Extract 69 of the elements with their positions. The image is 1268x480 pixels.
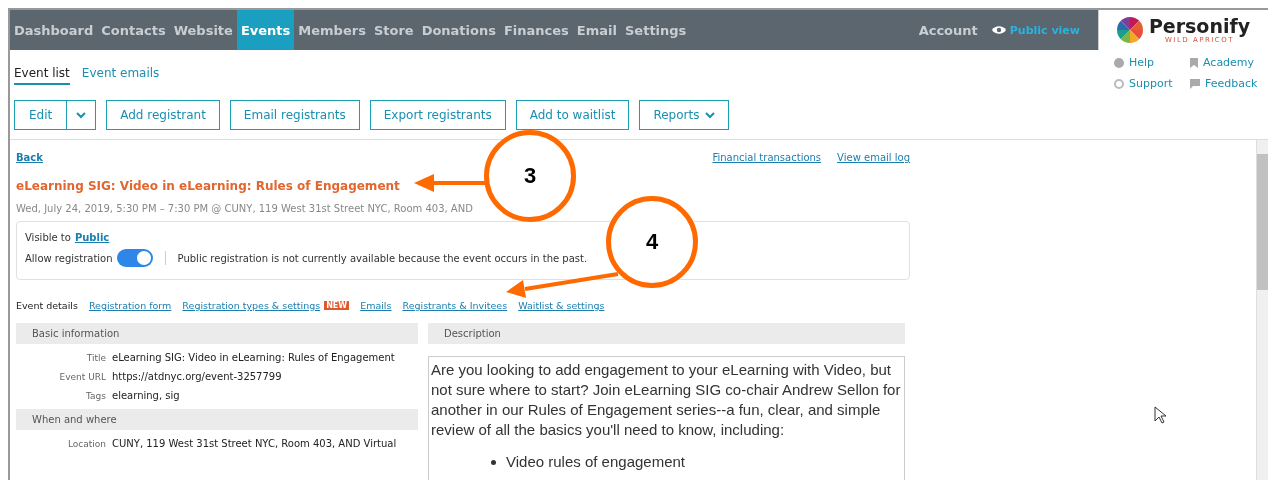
account-link[interactable]: Account (918, 10, 978, 50)
detail-tab[interactable]: Registration types & settings (182, 300, 321, 311)
detail-tab[interactable]: Event details (16, 300, 78, 311)
cursor-icon (1154, 406, 1166, 424)
nav-tab[interactable]: Dashboard (10, 10, 98, 50)
toolbar-button[interactable]: Add registrant (106, 100, 220, 130)
nav-tab[interactable]: Email (572, 10, 621, 50)
eye-icon (991, 25, 1006, 35)
help-link[interactable]: Feedback (1190, 77, 1268, 90)
sub-tab[interactable]: Event list (14, 66, 70, 85)
bullet-text: Video rules of engagement (506, 452, 686, 472)
nav-tab[interactable]: Donations (417, 10, 500, 50)
nav-tab[interactable]: Finances (499, 10, 573, 50)
new-badge: NEW (324, 301, 350, 310)
detail-tab[interactable]: Emails (360, 300, 392, 311)
section-header: Basic information (16, 323, 418, 344)
nav-tab[interactable]: Members (294, 10, 370, 50)
scrollbar[interactable] (1256, 140, 1268, 480)
lifebuoy-icon (1114, 78, 1124, 89)
description-box[interactable] (428, 356, 905, 480)
nav-tab[interactable]: Store (369, 10, 418, 50)
field-value: CUNY, 119 West 31st Street NYC, Room 403, AND Virtual (112, 438, 398, 449)
field-label: Event URL (58, 372, 106, 382)
logo-name: Personify (1148, 16, 1251, 36)
event-title: eLearning SIG: Video in eLearning: Rules of Engagement (16, 179, 400, 193)
chevron-down-icon (76, 111, 87, 119)
top-link[interactable]: Financial transactions (712, 152, 822, 163)
section-header: Description (428, 323, 905, 344)
section-header: When and where (16, 409, 418, 430)
back-link[interactable]: Back (16, 152, 43, 163)
event-date: Wed, July 24, 2019, 5:30 PM – 7:30 PM @ CUNY, 119 West 31st Street NYC, Room 403, AND (16, 203, 474, 214)
field-label: Location (66, 439, 106, 449)
toolbar-button[interactable]: Add to waitlist (515, 100, 630, 130)
field-label: Tags (85, 391, 106, 401)
nav-tab[interactable]: Contacts (97, 10, 170, 50)
sub-tab[interactable]: Event emails (81, 66, 160, 85)
field-label: Title (85, 353, 106, 363)
description-text: Are you looking to add engagement to your eLearning with Video, but not sure where to start? Join eLearning SIG co-chair Andrew Sellon for another in our Rules of Engagement series--a fun, clear, and simple review of all the basics you'll need to know, including: (431, 360, 902, 440)
detail-tab[interactable]: Registration form (88, 300, 172, 311)
bookmark-icon (1190, 57, 1198, 68)
toolbar-button[interactable]: Email registrants (229, 100, 360, 130)
detail-tab[interactable]: Waitlist & settings (518, 300, 605, 311)
bullet-dot (491, 460, 496, 465)
logo-icon (1116, 17, 1143, 43)
nav-tab[interactable]: Website (169, 10, 237, 50)
help-icon (1114, 57, 1124, 68)
comment-icon (1190, 78, 1200, 89)
chevron-down-icon (705, 111, 716, 119)
callout-number: 3 (484, 130, 576, 222)
field-value: eLearning SIG: Video in eLearning: Rules of Engagement (112, 352, 396, 363)
nav-tab[interactable]: Events (236, 10, 295, 50)
help-link[interactable]: Help (1114, 56, 1190, 69)
callout-number: 4 (606, 196, 698, 288)
help-link[interactable]: Academy (1190, 56, 1268, 69)
detail-tab[interactable]: Registrants & Invitees (402, 300, 508, 311)
field-value: elearning, sig (112, 390, 181, 401)
top-link[interactable]: View email log (837, 152, 910, 163)
public-view-link[interactable]: Public view (991, 10, 1080, 50)
toggle-switch[interactable] (116, 249, 153, 267)
help-link[interactable]: Support (1114, 77, 1190, 90)
field-value: https://atdnyc.org/event-3257799 (112, 371, 283, 382)
visible-label: Visible to (25, 232, 71, 243)
visibility-link[interactable]: Public (74, 232, 110, 243)
registration-note: Public registration is not currently available because the event occurs in the past. (177, 252, 588, 264)
callout-arrow (414, 174, 486, 192)
nav-tab[interactable]: Settings (621, 10, 691, 50)
reports-button[interactable]: Reports (639, 100, 730, 130)
allow-label: Allow registration (25, 252, 113, 264)
toolbar-button[interactable]: Export registrants (369, 100, 506, 130)
